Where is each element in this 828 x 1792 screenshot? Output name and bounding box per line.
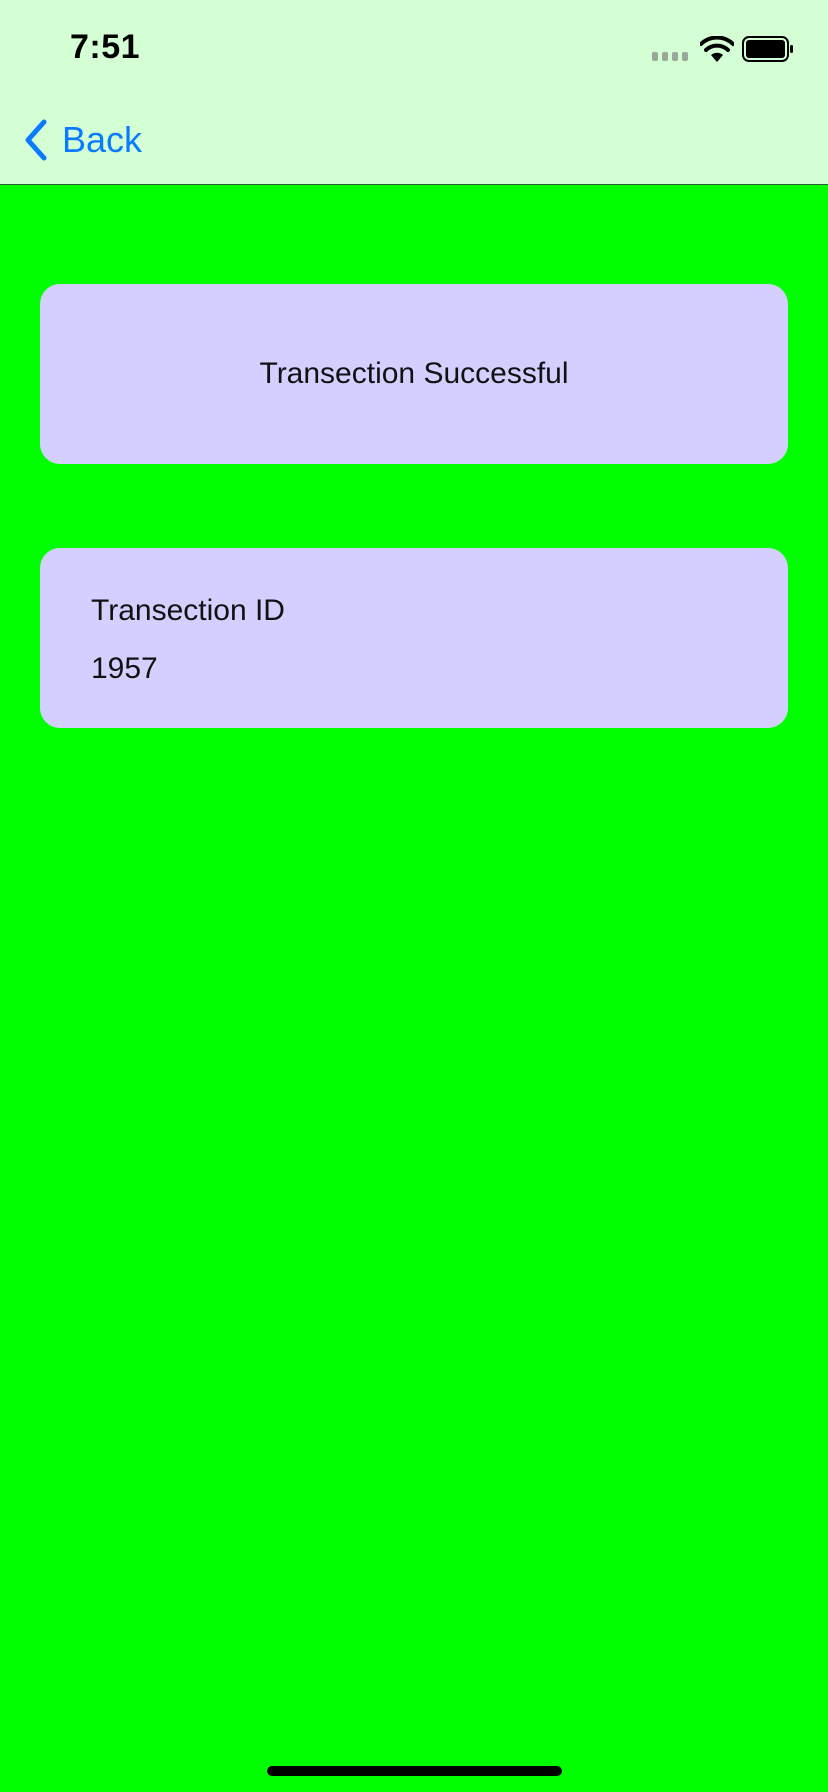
transaction-status-card: Transection Successful [40,284,788,464]
navigation-bar: 7:51 Back [0,0,828,185]
cellular-signal-icon [652,52,688,61]
battery-icon [742,36,793,62]
back-button-label: Back [62,119,143,160]
transaction-id-card: Transection ID 1957 [40,548,788,728]
transaction-status-message: Transection Successful [259,357,569,390]
back-button[interactable]: Back [22,116,142,164]
transaction-id-label: Transection ID [91,594,285,627]
chevron-left-icon [25,119,47,161]
status-bar-time: 7:51 [70,28,141,66]
home-indicator[interactable] [267,1766,562,1776]
wifi-icon [700,36,734,62]
transaction-id-value: 1957 [91,652,158,685]
